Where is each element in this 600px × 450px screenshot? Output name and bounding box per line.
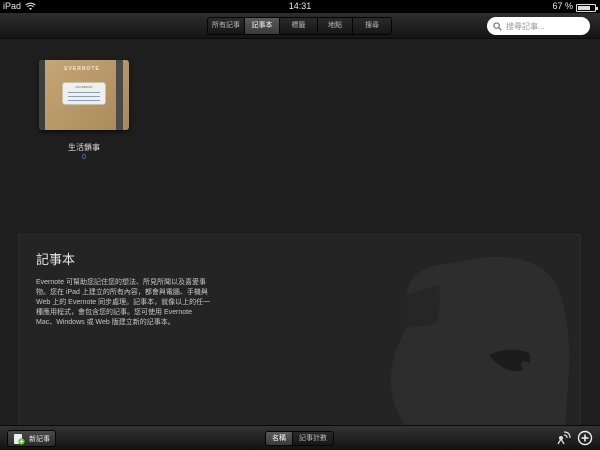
sort-by-name-tab[interactable]: 名稱 xyxy=(266,432,293,445)
notebook-item[interactable]: EVERNOTE NOTEBOOK 生活鎖事 0 xyxy=(39,60,129,161)
notebook-note-count: 0 xyxy=(82,154,86,161)
battery-percent: 67 % xyxy=(552,1,573,11)
notebook-title[interactable]: 生活鎖事 xyxy=(39,142,129,153)
tab-places[interactable]: 地點 xyxy=(318,18,353,34)
notebook-cover[interactable]: EVERNOTE NOTEBOOK xyxy=(39,60,129,130)
add-icon[interactable] xyxy=(577,430,593,446)
notebook-label-plate: NOTEBOOK xyxy=(62,82,106,105)
tab-search[interactable]: 搜尋 xyxy=(353,18,391,34)
tab-notebooks[interactable]: 記事本 xyxy=(245,18,280,34)
info-description: Evernote 可幫助您記住您的想法、所見所聞以及喜愛事物。您在 iPad 上… xyxy=(36,279,211,326)
clock: 14:31 xyxy=(288,1,312,11)
view-segmented-control: 所有記事 記事本 標籤 地點 搜尋 xyxy=(207,17,392,35)
new-note-icon xyxy=(14,433,25,445)
notebook-brand: EVERNOTE xyxy=(64,66,100,72)
elephant-watermark-icon xyxy=(390,256,570,425)
sync-icon[interactable] xyxy=(555,430,571,446)
new-note-label: 新記事 xyxy=(29,435,50,443)
search-icon xyxy=(493,21,502,31)
top-toolbar: 所有記事 記事本 標籤 地點 搜尋 xyxy=(0,13,600,39)
battery-icon xyxy=(576,3,598,12)
search-box[interactable] xyxy=(487,17,590,35)
tab-all-notes[interactable]: 所有記事 xyxy=(208,18,245,34)
sort-by-count-tab[interactable]: 記事計數 xyxy=(293,432,333,445)
notebooks-view: EVERNOTE NOTEBOOK 生活鎖事 0 記事本 Evernote 可幫… xyxy=(0,40,600,425)
notebooks-info-panel: 記事本 Evernote 可幫助您記住您的想法、所見所聞以及喜愛事物。您在 iP… xyxy=(18,234,581,425)
sort-segmented-control: 名稱 記事計數 xyxy=(265,431,334,446)
bottom-toolbar: 新記事 名稱 記事計數 xyxy=(0,425,600,450)
info-title: 記事本 xyxy=(36,252,76,267)
search-input[interactable] xyxy=(506,21,586,31)
new-note-button[interactable]: 新記事 xyxy=(7,430,56,447)
status-bar: iPad 14:31 67 % xyxy=(0,0,600,13)
tab-tags[interactable]: 標籤 xyxy=(280,18,318,34)
